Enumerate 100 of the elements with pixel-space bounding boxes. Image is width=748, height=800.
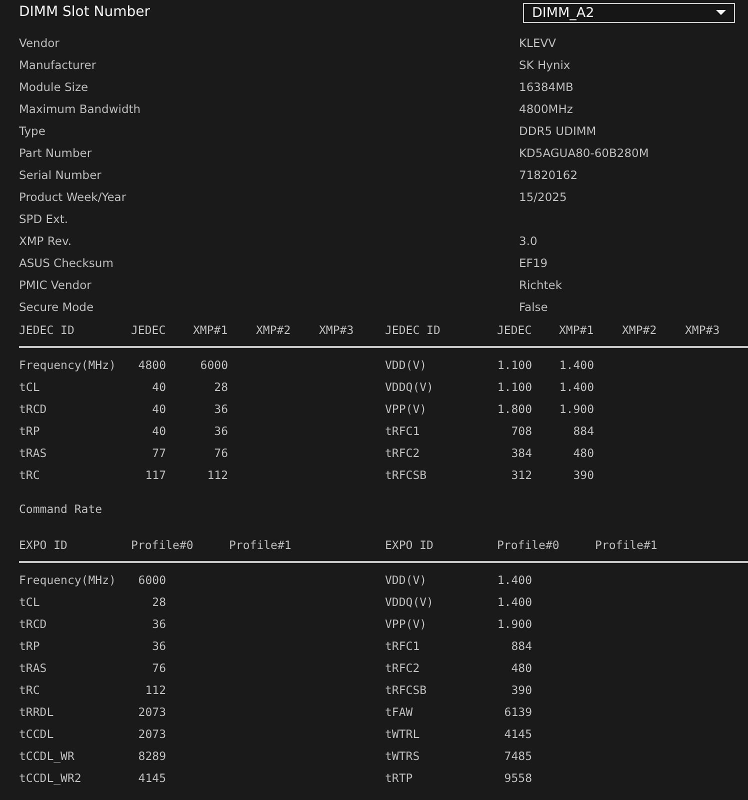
table-cell-text: 1.400 — [558, 358, 594, 372]
table-cell: 1.100 — [497, 358, 532, 372]
row-label: tRAS — [19, 661, 48, 675]
field-value: False — [519, 300, 549, 314]
column-header: Profile#0 — [497, 538, 560, 552]
field-value: KLEVV — [519, 36, 557, 50]
row-label: tCCDL — [19, 727, 55, 741]
row-label: tCL — [19, 380, 41, 394]
table-cell-text: 6000 — [137, 573, 166, 587]
field-label: Product Week/Year — [19, 190, 128, 204]
table-cell-text: 76 — [151, 661, 166, 675]
field-value: 16384MB — [519, 80, 574, 94]
row-label: VDD(V) — [385, 358, 428, 372]
column-header: Profile#1 — [229, 538, 292, 552]
field-value: Richtek — [519, 278, 564, 292]
row-label: tRFC2 — [385, 661, 421, 675]
field-label: Manufacturer — [19, 58, 98, 72]
table-cell-text: 390 — [510, 683, 532, 697]
field-label: PMIC Vendor — [19, 278, 92, 292]
table-cell-text: 708 — [510, 424, 532, 438]
field-value: 15/2025 — [519, 190, 568, 204]
row-label: VPP(V) — [385, 402, 428, 416]
table-cell: 1.400 — [497, 595, 532, 609]
table-cell-text: 384 — [510, 446, 532, 460]
row-label: VDD(V) — [385, 573, 428, 587]
field-value: 71820162 — [519, 168, 579, 182]
column-header: XMP#3 — [319, 323, 355, 337]
field-label: Secure Mode — [19, 300, 95, 314]
slot-label: DIMM Slot Number — [19, 4, 150, 20]
row-label: tRFCSB — [385, 468, 428, 482]
row-label: tRCD — [19, 402, 48, 416]
table-cell-text: 4145 — [137, 771, 166, 785]
field-label: SPD Ext. — [19, 212, 69, 226]
table-cell-text: 390 — [572, 468, 594, 482]
caret-icon — [716, 10, 726, 15]
table-cell-text: 112 — [206, 468, 228, 482]
table-cell-text: 4800 — [137, 358, 166, 372]
table-cell-text: 36 — [151, 617, 166, 631]
field-value: EF19 — [519, 256, 549, 270]
table-cell: 1.400 — [497, 573, 532, 587]
column-header: JEDEC — [131, 323, 167, 337]
row-label: tFAW — [385, 705, 414, 719]
row-label: tRC — [19, 468, 41, 482]
row-label: tCCDL_WR — [19, 749, 76, 763]
row-label: tCL — [19, 595, 41, 609]
table-cell-text: 76 — [213, 446, 228, 460]
table-cell-text: 1.400 — [558, 380, 594, 394]
slot-dropdown[interactable]: DIMM_A2 — [523, 2, 735, 22]
field-value: 3.0 — [519, 234, 538, 248]
row-label: tRFC1 — [385, 639, 421, 653]
table-cell: 1.800 — [497, 402, 532, 416]
command-rate-label: Command Rate — [19, 502, 102, 516]
column-header: JEDEC ID — [19, 323, 76, 337]
column-header: JEDEC ID — [385, 323, 442, 337]
table-cell: 1.900 — [497, 617, 532, 631]
table-cell-text: 2073 — [137, 727, 166, 741]
field-value: KD5AGUA80-60B280M — [519, 146, 650, 160]
column-header: Profile#0 — [131, 538, 194, 552]
row-label: Frequency(MHz) — [19, 358, 117, 372]
table-cell-text: 884 — [510, 639, 532, 653]
table-cell-text: 112 — [144, 683, 166, 697]
column-header: JEDEC — [497, 323, 533, 337]
field-label: Maximum Bandwidth — [19, 102, 142, 116]
row-label: tRRDL — [19, 705, 55, 719]
field-label: XMP Rev. — [19, 234, 73, 248]
table-cell-text: 884 — [572, 424, 594, 438]
field-label: Serial Number — [19, 168, 102, 182]
row-label: VPP(V) — [385, 617, 428, 631]
table-cell-text: 36 — [151, 639, 166, 653]
field-label: Part Number — [19, 146, 93, 160]
table-cell-text: 36 — [213, 424, 228, 438]
row-label: VDDQ(V) — [385, 380, 434, 394]
table-cell-text: 4145 — [503, 727, 532, 741]
row-label: tRFC1 — [385, 424, 421, 438]
row-label: tRFCSB — [385, 683, 428, 697]
table-cell-text: 2073 — [137, 705, 166, 719]
column-header: XMP#1 — [559, 323, 595, 337]
row-label: tRCD — [19, 617, 48, 631]
field-value: DDR5 UDIMM — [519, 124, 598, 138]
table-cell-text: 9558 — [503, 771, 532, 785]
field-value: SK Hynix — [519, 58, 572, 72]
table-cell-text: 40 — [151, 402, 166, 416]
row-label: tRP — [19, 639, 41, 653]
row-label: tWTRL — [385, 727, 421, 741]
table-cell-text: 312 — [510, 468, 532, 482]
row-label: tRAS — [19, 446, 48, 460]
column-header: XMP#3 — [685, 323, 721, 337]
table-cell-text: 36 — [213, 402, 228, 416]
column-header: XMP#2 — [622, 323, 658, 337]
field-value: 4800MHz — [519, 102, 574, 116]
table-cell-text: 6139 — [503, 705, 532, 719]
field-label: ASUS Checksum — [19, 256, 114, 270]
row-label: tRC — [19, 683, 41, 697]
table-cell-text: 28 — [213, 380, 228, 394]
field-label: Module Size — [19, 80, 90, 94]
table-cell-text: 1.900 — [558, 402, 594, 416]
row-label: tCCDL_WR2 — [19, 771, 82, 785]
table-cell: 1.100 — [497, 380, 532, 394]
column-header: EXPO ID — [19, 538, 68, 552]
column-header: EXPO ID — [385, 538, 434, 552]
